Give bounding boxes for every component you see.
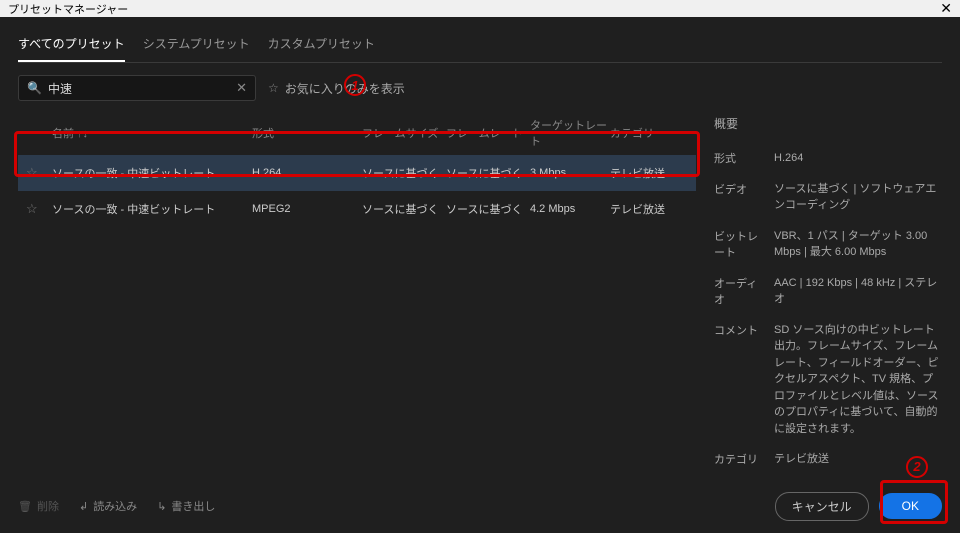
favorites-toggle[interactable]: ☆ お気に入りのみを表示 [268,80,405,97]
preset-list-pane: 名前 ↑↓ 形式 フレームサイズ フレームレート ターゲットレート カテゴリ ☆… [18,111,696,482]
delete-label: 削除 [37,498,59,514]
ok-label: OK [902,499,919,513]
summary-audio-value: AAC | 192 Kbps | 48 kHz | ステレオ [774,275,942,308]
summary-video: ビデオ ソースに基づく | ソフトウェアエンコーディング [714,181,942,214]
col-name-header[interactable]: 名前 ↑↓ [52,125,252,141]
content-area: すべてのプリセット システムプリセット カスタムプリセット 🔍 ✕ ☆ お気に入… [0,17,960,533]
window-titlebar: プリセットマネージャー ✕ [0,0,960,17]
summary-format: 形式 H.264 [714,150,942,167]
row-category: テレビ放送 [610,201,680,217]
tab-system-presets[interactable]: システムプリセット [143,29,250,62]
main-area: 名前 ↑↓ 形式 フレームサイズ フレームレート ターゲットレート カテゴリ ☆… [18,111,942,482]
tab-all-presets[interactable]: すべてのプリセット [18,29,125,62]
summary-audio-label: オーディオ [714,275,764,308]
summary-video-value: ソースに基づく | ソフトウェアエンコーディング [774,181,942,214]
summary-category: カテゴリ テレビ放送 [714,451,942,468]
col-framerate-header[interactable]: フレームレート [446,125,530,141]
row-name: ソースの一致 - 中速ビットレート [52,201,252,217]
summary-audio: オーディオ AAC | 192 Kbps | 48 kHz | ステレオ [714,275,942,308]
summary-comment-value: SD ソース向けの中ビットレート出力。フレームサイズ、フレームレート、フィールド… [774,322,942,438]
row-framerate: ソースに基づく [446,201,530,217]
import-button[interactable]: ↲ 読み込み [79,498,137,514]
tab-system-label: システムプリセット [143,37,250,51]
trash-icon: 🗑 [18,500,32,513]
row-targetrate: 3 Mbps [530,167,610,179]
preset-manager-window: プリセットマネージャー ✕ すべてのプリセット システムプリセット カスタムプリ… [0,0,960,518]
summary-format-label: 形式 [714,150,764,167]
import-label: 読み込み [93,498,137,514]
col-framesize-header[interactable]: フレームサイズ [362,125,446,141]
summary-bitrate: ビットレート VBR、1 パス | ターゲット 3.00 Mbps | 最大 6… [714,228,942,261]
footer: 🗑 削除 ↲ 読み込み ↳ 書き出し キャンセル OK 2 [18,492,942,521]
row-format: MPEG2 [252,203,362,215]
summary-category-label: カテゴリ [714,451,764,468]
col-targetrate-header[interactable]: ターゲットレート [530,117,610,149]
row-framesize: ソースに基づく [362,201,446,217]
summary-category-value: テレビ放送 [774,451,829,468]
tab-custom-label: カスタムプリセット [268,37,375,51]
export-button[interactable]: ↳ 書き出し [157,498,215,514]
summary-comment-label: コメント [714,322,764,438]
export-icon: ↳ [157,500,166,513]
footer-left: 🗑 削除 ↲ 読み込み ↳ 書き出し [18,498,215,514]
search-icon: 🔍 [27,81,42,95]
star-icon: ☆ [268,81,279,95]
tab-all-label: すべてのプリセット [18,37,125,51]
table-row[interactable]: ☆ ソースの一致 - 中速ビットレート MPEG2 ソースに基づく ソースに基づ… [18,191,696,227]
summary-pane: 概要 形式 H.264 ビデオ ソースに基づく | ソフトウェアエンコーディング… [714,111,942,482]
table-row[interactable]: ☆ ソースの一致 - 中速ビットレート H.264 ソースに基づく ソースに基づ… [18,155,696,191]
footer-right: キャンセル OK [775,492,942,521]
summary-bitrate-value: VBR、1 パス | ターゲット 3.00 Mbps | 最大 6.00 Mbp… [774,228,942,261]
search-input[interactable] [48,81,236,95]
summary-video-label: ビデオ [714,181,764,214]
star-icon: ☆ [26,201,38,217]
tab-custom-presets[interactable]: カスタムプリセット [268,29,375,62]
import-icon: ↲ [79,500,88,513]
star-icon: ☆ [26,165,38,181]
tab-bar: すべてのプリセット システムプリセット カスタムプリセット [18,29,942,63]
row-framerate: ソースに基づく [446,165,530,181]
export-label: 書き出し [171,498,215,514]
row-format: H.264 [252,167,362,179]
close-icon[interactable]: ✕ [940,0,952,17]
row-category: テレビ放送 [610,165,680,181]
cancel-button[interactable]: キャンセル [775,492,869,521]
summary-format-value: H.264 [774,150,803,167]
favorites-label: お気に入りのみを表示 [285,80,405,97]
delete-button: 🗑 削除 [18,498,59,514]
cancel-label: キャンセル [792,500,852,514]
row-star[interactable]: ☆ [26,165,52,181]
row-targetrate: 4.2 Mbps [530,203,610,215]
search-box[interactable]: 🔍 ✕ [18,75,256,101]
summary-title: 概要 [714,111,942,132]
row-name: ソースの一致 - 中速ビットレート [52,165,252,181]
row-framesize: ソースに基づく [362,165,446,181]
summary-comment: コメント SD ソース向けの中ビットレート出力。フレームサイズ、フレームレート、… [714,322,942,438]
window-title: プリセットマネージャー [8,1,128,17]
col-format-header[interactable]: 形式 [252,125,362,141]
search-row: 🔍 ✕ ☆ お気に入りのみを表示 1 [18,75,942,101]
col-category-header[interactable]: カテゴリ [610,125,680,141]
ok-button[interactable]: OK [879,493,942,519]
summary-bitrate-label: ビットレート [714,228,764,261]
row-star[interactable]: ☆ [26,201,52,217]
clear-search-icon[interactable]: ✕ [236,80,247,96]
column-headers: 名前 ↑↓ 形式 フレームサイズ フレームレート ターゲットレート カテゴリ [18,111,696,155]
